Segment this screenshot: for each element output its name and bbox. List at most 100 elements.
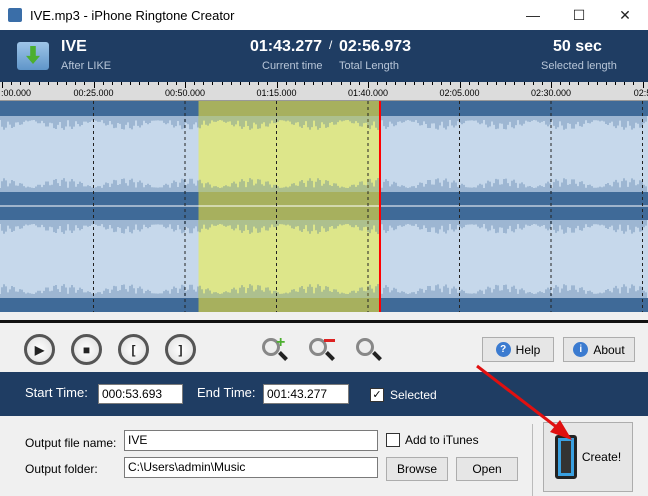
ruler-tick xyxy=(386,82,388,85)
ruler-tick xyxy=(267,82,269,85)
about-button[interactable]: i About xyxy=(563,337,635,362)
ruler-tick xyxy=(29,82,31,85)
ruler-tick xyxy=(130,82,132,85)
selected-length-label: Selected length xyxy=(541,60,617,72)
add-to-itunes-checkbox[interactable] xyxy=(386,433,400,447)
ruler-tick xyxy=(285,82,287,85)
ruler-tick xyxy=(477,82,479,85)
ruler-tick xyxy=(2,82,3,88)
ruler-tick xyxy=(230,82,232,85)
browse-button[interactable]: Browse xyxy=(386,457,448,481)
play-button[interactable]: ▶ xyxy=(24,334,55,365)
ruler-tick xyxy=(413,82,415,85)
ruler-tick xyxy=(624,82,626,85)
ruler-tick xyxy=(66,82,68,85)
selection-strip xyxy=(198,298,380,312)
help-label: Help xyxy=(515,342,541,357)
zoom-out-icon[interactable] xyxy=(309,334,339,364)
title-bar: IVE.mp3 - iPhone Ringtone Creator — ☐ ✕ xyxy=(0,0,648,30)
ruler-label: 00:25.000 xyxy=(73,88,114,98)
ruler-tick xyxy=(294,82,296,85)
ruler-tick xyxy=(313,82,315,85)
ruler-tick xyxy=(349,82,351,85)
maximize-button[interactable]: ☐ xyxy=(556,0,602,30)
ruler-tick xyxy=(276,82,278,88)
window-title: IVE.mp3 - iPhone Ringtone Creator xyxy=(30,8,235,23)
end-time-input[interactable]: 001:43.277 xyxy=(263,384,349,404)
ruler-tick xyxy=(84,82,86,85)
ruler-tick xyxy=(194,82,196,85)
ruler-tick xyxy=(505,82,507,85)
ruler-tick xyxy=(615,82,617,85)
track-title: IVE xyxy=(61,38,87,55)
open-button[interactable]: Open xyxy=(456,457,518,481)
create-button[interactable]: Create! xyxy=(543,422,633,492)
close-button[interactable]: ✕ xyxy=(602,0,648,30)
mark-start-button[interactable]: [ xyxy=(118,334,149,365)
ruler-tick xyxy=(239,82,241,85)
ruler-tick xyxy=(633,82,635,85)
ruler-tick xyxy=(249,82,251,85)
ruler-tick xyxy=(395,82,397,85)
ruler-tick xyxy=(605,82,607,85)
total-length: 02:56.973 xyxy=(339,38,412,55)
ruler-tick xyxy=(11,82,13,85)
folder-download-icon xyxy=(17,42,49,70)
ruler-tick xyxy=(340,82,342,85)
ruler-tick xyxy=(514,82,516,85)
output-file-name-label: Output file name: xyxy=(25,436,117,450)
artist-name: After LIKE xyxy=(61,60,112,72)
current-time: 01:43.277 xyxy=(250,38,323,55)
ruler-tick xyxy=(120,82,122,85)
waveform[interactable] xyxy=(0,101,648,312)
info-header: IVE After LIKE 01:43.277 / 02:56.973 Cur… xyxy=(0,30,648,82)
ruler-tick xyxy=(596,82,598,85)
ruler-tick xyxy=(258,82,260,85)
ruler-tick xyxy=(523,82,525,85)
start-time-label: Start Time: xyxy=(25,385,88,400)
ruler-tick xyxy=(148,82,150,85)
current-time-label: Current time xyxy=(262,60,323,72)
stop-button[interactable]: ■ xyxy=(71,334,102,365)
horizontal-scrollbar[interactable] xyxy=(0,312,648,323)
output-folder-input[interactable]: C:\Users\admin\Music xyxy=(124,457,378,478)
output-file-name-input[interactable]: IVE xyxy=(124,430,378,451)
ruler-tick xyxy=(377,82,379,85)
start-time-input[interactable]: 000:53.693 xyxy=(98,384,183,404)
ruler-tick xyxy=(303,82,305,85)
ruler-tick xyxy=(569,82,571,85)
output-folder-label: Output folder: xyxy=(25,462,98,476)
app-icon xyxy=(8,8,22,22)
ruler-tick xyxy=(642,82,644,88)
ruler-tick xyxy=(166,82,168,85)
minimize-button[interactable]: — xyxy=(510,0,556,30)
ruler-tick xyxy=(468,82,470,85)
ruler-tick xyxy=(75,82,77,85)
zoom-in-icon[interactable]: + xyxy=(262,334,292,364)
time-ruler[interactable]: :00.000 00:25.000 00:50.000 01:15.000 01:40.… xyxy=(0,82,648,101)
ruler-tick xyxy=(56,82,58,85)
ruler-label: :00.000 xyxy=(0,88,32,98)
ruler-tick xyxy=(111,82,113,85)
ruler-tick xyxy=(203,82,205,85)
output-panel: Output file name: IVE Add to iTunes Outp… xyxy=(0,416,648,496)
ruler-tick xyxy=(358,82,360,85)
ruler-tick xyxy=(432,82,434,85)
ruler-tick xyxy=(496,82,498,85)
ruler-tick xyxy=(441,82,443,85)
ruler-tick xyxy=(185,82,186,88)
ruler-tick xyxy=(578,82,580,85)
help-button[interactable]: ? Help xyxy=(482,337,554,362)
ruler-tick xyxy=(551,82,552,88)
toolbar: ▶ ■ [ ] + ? Help i About xyxy=(0,326,648,372)
about-label: About xyxy=(593,342,625,357)
help-icon: ? xyxy=(495,342,511,357)
selected-length: 50 sec xyxy=(553,38,602,55)
ruler-tick xyxy=(47,82,49,85)
ruler-label: 02:05.000 xyxy=(439,88,480,98)
ruler-tick xyxy=(587,82,589,85)
selected-checkbox[interactable]: ✓ xyxy=(370,388,384,402)
ruler-tick xyxy=(404,82,406,85)
mark-end-button[interactable]: ] xyxy=(165,334,196,365)
zoom-fit-icon[interactable] xyxy=(356,334,386,364)
